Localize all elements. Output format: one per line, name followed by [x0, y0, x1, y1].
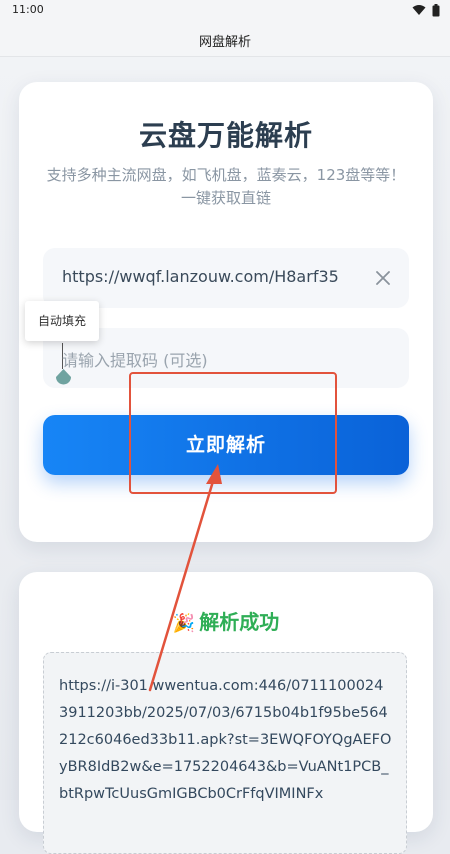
app-title: 网盘解析: [198, 35, 251, 50]
url-input[interactable]: https://wwqf.lanzouw.com/H8arf35: [43, 248, 409, 308]
extract-code-placeholder[interactable]: 请输入提取码 (可选): [62, 347, 208, 371]
result-link-box[interactable]: https://i-301.wwentua.com:446/0711100024…: [43, 652, 407, 854]
result-link[interactable]: https://i-301.wwentua.com:446/0711100024…: [59, 673, 392, 808]
page-title: 云盘万能解析: [138, 119, 313, 152]
annotation-highlight-box: [129, 372, 337, 494]
status-bar: 11:00: [0, 0, 450, 22]
result-title: 🎉 解析成功: [19, 606, 433, 635]
battery-icon: [432, 3, 440, 16]
result-card: 🎉 解析成功 https://i-301.wwentua.com:446/0711…: [19, 572, 433, 854]
status-icons: [412, 3, 440, 17]
autofill-popup[interactable]: 自动填充: [25, 301, 99, 341]
page-subtitle: 支持多种主流网盘，如飞机盘，蓝奏云，123盘等等！一键获取直链: [46, 166, 406, 207]
clear-icon[interactable]: [374, 269, 392, 287]
status-time: 11:00: [12, 3, 44, 16]
app-bar: 网盘解析: [0, 22, 450, 57]
party-popper-icon: 🎉: [172, 613, 196, 634]
wifi-icon: [412, 5, 426, 15]
drop-handle-icon[interactable]: [55, 369, 72, 389]
url-input-value[interactable]: https://wwqf.lanzouw.com/H8arf35: [62, 267, 339, 286]
result-title-text: 解析成功: [199, 610, 280, 634]
